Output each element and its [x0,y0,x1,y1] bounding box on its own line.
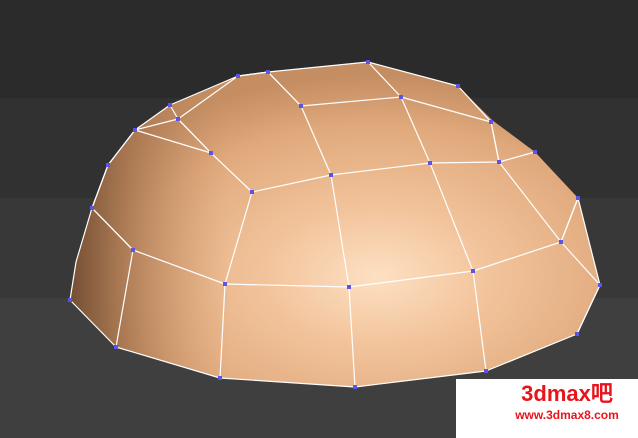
vertex [428,161,432,165]
vertex [484,369,488,373]
vertex [471,269,475,273]
vertex [329,173,333,177]
vertex [250,190,254,194]
vertex [266,70,270,74]
vertex [598,283,602,287]
site-watermark: 3dmax吧 www.3dmax8.com [456,379,638,438]
vertex [489,120,493,124]
vertex [114,345,118,349]
3d-viewport[interactable]: 3dmax吧 www.3dmax8.com [0,0,638,438]
vertex [218,376,222,380]
watermark-url: www.3dmax8.com [515,408,619,422]
vertex [575,332,579,336]
vertex [399,95,403,99]
vertex [168,103,172,107]
vertex [366,60,370,64]
vertex [299,104,303,108]
vertex [456,84,460,88]
vertex [68,298,72,302]
vertex [131,248,135,252]
vertex [176,117,180,121]
vertex [576,196,580,200]
vertex [223,282,227,286]
vertex [133,128,137,132]
dome-left-shading [70,62,600,387]
vertex [353,385,357,389]
vertex [236,74,240,78]
scene-canvas[interactable] [0,0,638,438]
vertex [209,151,213,155]
vertex [90,206,94,210]
vertex [497,160,501,164]
watermark-brand: 3dmax吧 [521,381,613,406]
vertex [533,150,537,154]
vertex [106,163,110,167]
vertex [559,240,563,244]
vertex [347,285,351,289]
